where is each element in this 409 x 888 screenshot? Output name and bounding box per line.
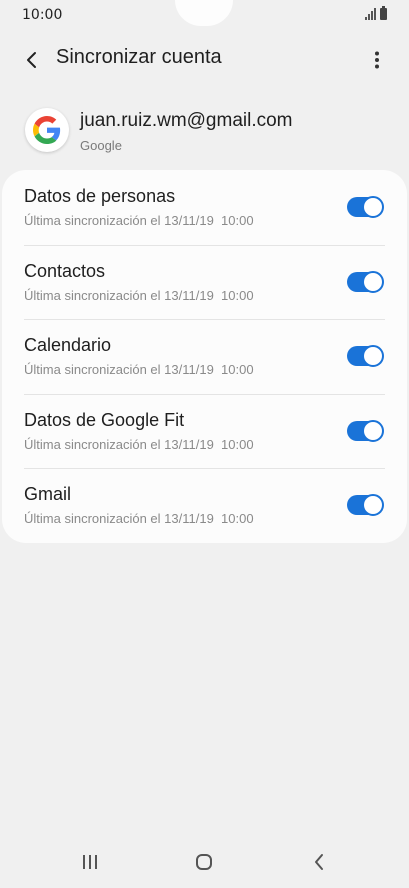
nav-back-button[interactable] [307,850,331,874]
camera-notch [175,0,233,26]
recents-button[interactable] [78,850,102,874]
toggle-knob [362,345,384,367]
status-time: 10:00 [22,7,63,23]
toggle-knob [362,494,384,516]
home-icon [196,854,212,870]
nav-back-icon [315,854,323,870]
battery-icon [380,6,387,20]
sync-toggle[interactable] [347,196,384,218]
back-button[interactable] [18,46,46,74]
account-email: juan.ruiz.wm@gmail.com [80,110,293,131]
sync-item-subtitle: Última sincronización el 13/11/19 10:00 [24,511,254,526]
sync-item-datos-de-personas[interactable]: Datos de personas Última sincronización … [2,170,407,245]
sync-item-gmail[interactable]: Gmail Última sincronización el 13/11/19 … [2,468,407,543]
toggle-knob [362,419,384,442]
signal-icon [365,8,376,20]
sync-toggle[interactable] [347,345,384,367]
more-vert-icon [375,51,379,69]
avatar [25,108,69,152]
google-logo-icon [33,116,61,144]
sync-item-subtitle: Última sincronización el 13/11/19 10:00 [24,213,254,228]
more-options-button[interactable] [363,46,391,74]
sync-toggle[interactable] [347,270,384,293]
sync-item-label: Datos de personas [24,186,176,206]
account-header: juan.ruiz.wm@gmail.com Google [0,104,409,164]
home-button[interactable] [192,850,216,874]
recents-icon [83,855,97,869]
status-bar: 10:00 [0,0,409,30]
sync-toggle[interactable] [347,419,384,442]
sync-item-label: Calendario [24,335,112,355]
sync-item-label: Datos de Google Fit [24,409,185,430]
sync-item-subtitle: Última sincronización el 13/11/19 10:00 [24,287,254,303]
sync-item-label: Gmail [24,484,72,504]
sync-toggle[interactable] [347,494,384,516]
toggle-knob [362,270,384,293]
app-bar: Sincronizar cuenta [0,30,409,88]
sync-item-subtitle: Última sincronización el 13/11/19 10:00 [24,436,254,452]
account-provider: Google [80,138,122,153]
sync-item-subtitle: Última sincronización el 13/11/19 10:00 [24,362,254,377]
sync-item-calendario[interactable]: Calendario Última sincronización el 13/1… [2,319,407,394]
sync-item-google-fit[interactable]: Datos de Google Fit Última sincronizació… [2,393,407,469]
page-title: Sincronizar cuenta [56,46,222,68]
back-arrow-icon [27,52,36,68]
status-icons [365,6,387,20]
sync-item-label: Contactos [24,260,106,281]
sync-list: Datos de personas Última sincronización … [2,170,407,543]
toggle-knob [362,196,384,218]
sync-item-contactos[interactable]: Contactos Última sincronización el 13/11… [2,244,407,320]
system-nav-bar [0,834,409,888]
